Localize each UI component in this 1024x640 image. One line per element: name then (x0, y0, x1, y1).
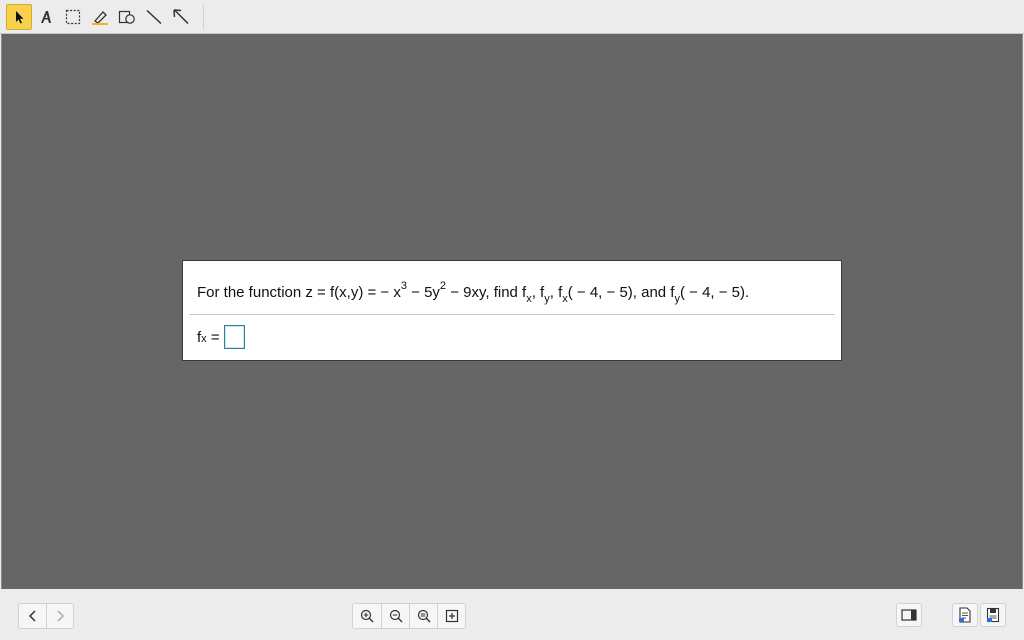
arrow-up-left-icon (173, 8, 189, 24)
highlighter-icon (92, 10, 108, 25)
sidebar-toggle-icon (901, 609, 917, 621)
save-icon (986, 607, 1000, 623)
page-nav (18, 603, 74, 629)
dashed-rect-icon (65, 9, 81, 24)
zoom-out-button[interactable] (381, 604, 409, 628)
rectangle-select-tool[interactable] (60, 4, 86, 30)
save-button[interactable] (980, 603, 1006, 627)
zoom-in-icon (360, 609, 374, 623)
exponent-2: 2 (439, 280, 447, 292)
document-icon (959, 607, 971, 623)
chevron-right-icon (57, 610, 65, 622)
zoom-reset-icon (417, 609, 430, 623)
previous-button[interactable] (19, 604, 46, 628)
exponent-3: 3 (400, 280, 407, 292)
fx-answer-input[interactable] (223, 325, 245, 349)
arrow-tool[interactable] (168, 4, 194, 30)
text-tool[interactable] (33, 4, 59, 30)
annotation-toolbar (0, 0, 1024, 34)
text-a-icon (41, 10, 51, 23)
zoom-in-button[interactable] (353, 604, 381, 628)
next-button[interactable] (46, 604, 73, 628)
answer-row-fx: fx = (197, 324, 245, 350)
chevron-left-icon (28, 610, 36, 622)
toolbar-separator (203, 4, 204, 29)
bottom-bar (0, 589, 1024, 640)
question-prompt: For the function z = f(x,y) = − x3 − 5y2… (197, 280, 750, 305)
fit-page-button[interactable] (437, 604, 465, 628)
sidebar-toggle-button[interactable] (896, 603, 922, 627)
line-tool[interactable] (141, 4, 167, 30)
question-panel: For the function z = f(x,y) = − x3 − 5y2… (182, 260, 842, 361)
select-tool[interactable] (6, 3, 32, 30)
document-button[interactable] (952, 603, 978, 627)
divider (189, 314, 835, 315)
line-icon (146, 9, 162, 24)
zoom-reset-button[interactable] (409, 604, 437, 628)
arrow-pointer-icon (16, 10, 24, 23)
shapes-icon (118, 10, 135, 24)
fit-page-icon (445, 609, 458, 623)
zoom-out-icon (389, 609, 402, 623)
highlighter-tool[interactable] (87, 4, 113, 30)
zoom-controls (352, 603, 466, 629)
shape-tool[interactable] (114, 4, 140, 30)
